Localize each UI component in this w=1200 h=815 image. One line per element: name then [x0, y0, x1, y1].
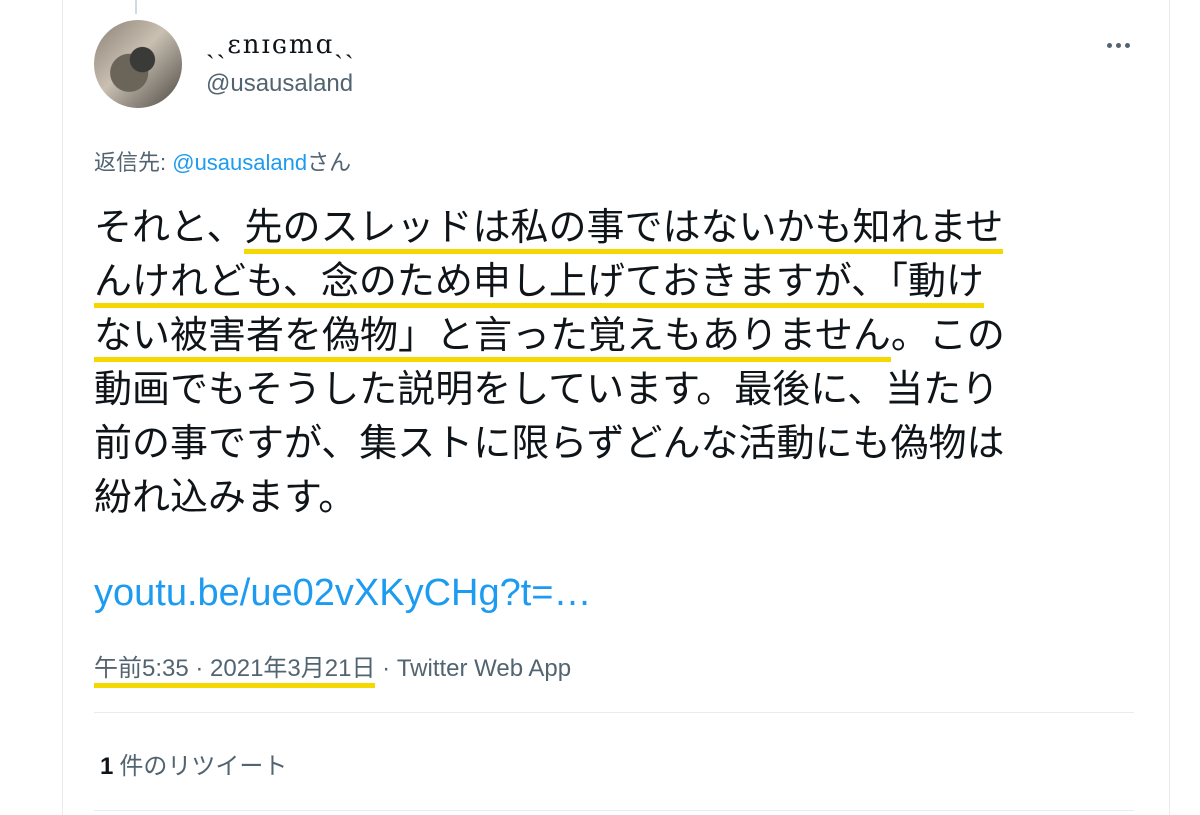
more-options-button[interactable]	[1098, 30, 1138, 60]
reply-to-handle-link[interactable]: @usausaland	[172, 150, 307, 175]
thread-connector-line	[135, 0, 137, 14]
retweet-label: 件のリツイート	[119, 753, 288, 780]
highlight-mark: んけれども、念のため申し上げておきますが、「動け	[94, 259, 984, 308]
tweet-text-line: んけれども、念のため申し上げておきますが、「動け	[94, 254, 1124, 308]
highlight-mark: ない被害者を偽物」と言った覚えもありません	[94, 313, 891, 362]
tweet-text: それと、先のスレッドは私の事ではないかも知れませ んけれども、念のため申し上げて…	[94, 200, 1124, 524]
tweet-timestamp[interactable]: 午前5:35 · 2021年3月21日	[94, 655, 376, 688]
retweet-count: 1	[100, 753, 114, 780]
retweet-count-link[interactable]: 1 件のリツイート	[100, 746, 287, 781]
tweet-text-line: 紛れ込みます。	[94, 475, 357, 519]
tweet-text-line: それと、先のスレッドは私の事ではないかも知れませ	[94, 200, 1124, 254]
user-avatar[interactable]	[94, 20, 182, 108]
divider	[94, 810, 1134, 811]
display-name[interactable]: ˏˏɛnɪɢmɑˎˎ	[206, 30, 356, 60]
tweet-text-line: 前の事ですが、集ストに限らずどんな活動にも偽物は	[94, 421, 1005, 465]
tweet-meta: 午前5:35 · 2021年3月21日 · Twitter Web App	[94, 648, 572, 688]
reply-prefix: 返信先:	[94, 150, 173, 175]
youtube-link[interactable]: youtu.be/ue02vXKyCHg?t=…	[94, 572, 591, 615]
tweet-text-line: ない被害者を偽物」と言った覚えもありません。この	[94, 308, 1124, 362]
divider	[94, 712, 1134, 713]
reply-suffix: さん	[307, 150, 352, 175]
tweet-source: · Twitter Web App	[375, 655, 572, 682]
reply-to-line: 返信先: @usausalandさん	[94, 145, 351, 177]
more-horizontal-icon	[1106, 42, 1112, 48]
tweet-text-line: 動画でもそうした説明をしています。最後に、当たり	[94, 367, 1000, 411]
user-handle[interactable]: @usausaland	[206, 70, 353, 98]
highlight-mark: 先のスレッドは私の事ではないかも知れませ	[244, 205, 1004, 254]
